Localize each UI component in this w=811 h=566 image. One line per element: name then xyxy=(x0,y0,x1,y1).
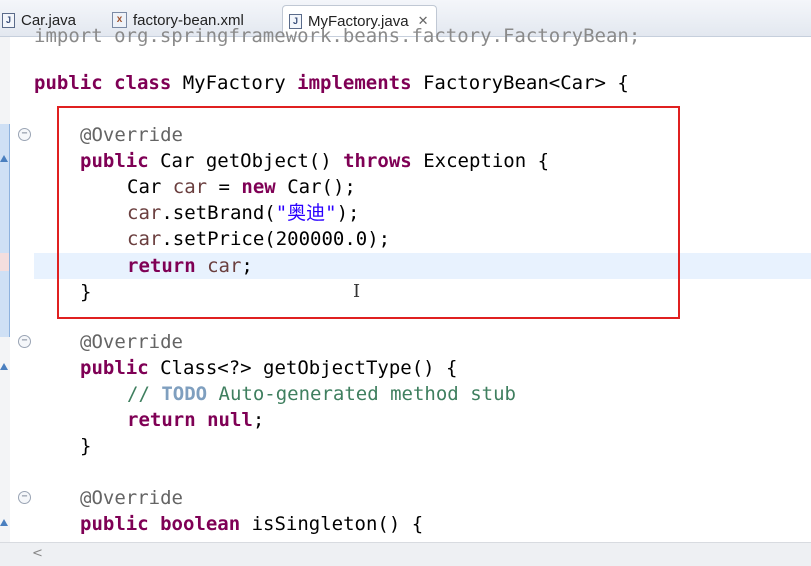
annotation-override: @Override xyxy=(80,331,183,353)
horizontal-scrollbar[interactable]: < xyxy=(0,542,811,566)
scroll-left-icon[interactable]: < xyxy=(32,546,43,561)
fold-toggle-icon[interactable]: − xyxy=(18,128,31,141)
fold-toggle-icon[interactable]: − xyxy=(18,335,31,348)
override-marker-icon[interactable] xyxy=(0,155,8,162)
code-line-close-brace: } xyxy=(80,435,92,457)
override-marker-icon[interactable] xyxy=(0,519,8,526)
code-line-issingleton-signature: public boolean isSingleton() { xyxy=(80,513,424,535)
annotation-override: @Override xyxy=(80,487,183,509)
code-line-todo-comment: // TODO Auto-generated method stub xyxy=(127,383,516,405)
override-marker-icon[interactable] xyxy=(0,363,8,370)
code-line-getobjecttype-signature: public Class<?> getObjectType() { xyxy=(80,357,458,379)
current-line-marker xyxy=(0,253,9,271)
code-line-class-declaration: public class MyFactory implements Factor… xyxy=(34,72,629,94)
code-line-return-null: return null; xyxy=(127,409,265,431)
java-file-icon: J xyxy=(2,12,15,28)
highlight-box xyxy=(57,106,680,319)
code-line-import: import org.springframework.beans.factory… xyxy=(34,25,641,47)
code-editor[interactable]: import org.springframework.beans.factory… xyxy=(0,25,811,542)
text-cursor-icon: I xyxy=(353,281,361,302)
fold-toggle-icon[interactable]: − xyxy=(18,491,31,504)
overview-ruler xyxy=(0,37,10,542)
